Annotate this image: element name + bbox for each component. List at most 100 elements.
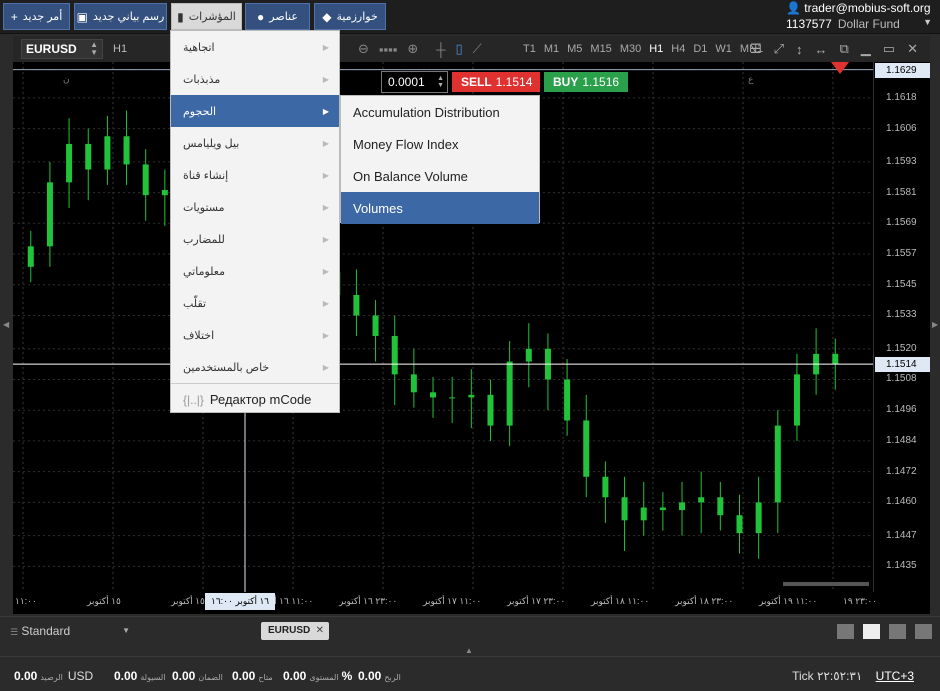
menu-item-informational[interactable]: معلوماتي ▶ (171, 255, 339, 287)
vertical-resize-icon[interactable]: ↕ (796, 42, 803, 57)
maximize-icon[interactable]: ▭ (883, 41, 895, 57)
settings-icon[interactable]: ☰ (750, 41, 762, 57)
tf-m5[interactable]: M5 (567, 43, 582, 55)
menu-item-volumes[interactable]: الحجوم ▶ (171, 95, 339, 127)
sell-button[interactable]: SELL 1.1514 (452, 72, 540, 92)
price-tick-label: 1.1618 (886, 91, 917, 103)
tf-h4[interactable]: H4 (671, 43, 685, 55)
indicators-menu: اتجاهية ▶ مذبذبات ▶ الحجوم ▶ بيل ويليامس ▶ إ… (170, 30, 340, 413)
new-chart-button[interactable]: ▣ رسم بياني جديد (74, 3, 167, 30)
time-tick-label: ٢٣:٠٠ ١٧ أكتوبر (507, 596, 566, 606)
price-tick-label: 1.1496 (886, 404, 917, 416)
line-type-icon[interactable]: ⟋ (473, 41, 482, 57)
indicators-button[interactable]: ▮ المؤشرات (171, 3, 242, 30)
menu-item-custom[interactable]: خاص بالمستخدمين ▶ (171, 351, 339, 383)
zoom-in-icon[interactable]: ⊕ (407, 41, 418, 57)
right-collapse-icon[interactable]: ▶ (932, 320, 938, 329)
timeframe-list: T1 M1 M5 M15 M30 H1 H4 D1 W1 MN1 (523, 36, 763, 62)
price-tick-label: 1.1508 (886, 373, 917, 385)
candle-body (46, 182, 53, 247)
tf-d1[interactable]: D1 (693, 43, 707, 55)
new-order-button[interactable]: + أمر جديد (3, 3, 70, 30)
price-axis[interactable]: 1.1618 1.1606 1.1593 1.1581 1.1569 1.1557 1.15… (873, 62, 930, 592)
price-alert-marker[interactable] (831, 62, 849, 74)
tf-t1[interactable]: T1 (523, 43, 536, 55)
elements-button[interactable]: ● عناصر (245, 3, 310, 30)
price-tick-label: 1.1533 (886, 309, 917, 321)
layout-columns-icon[interactable] (889, 624, 906, 639)
trading-terminal: + أمر جديد ▣ رسم بياني جديد ▮ المؤشرات ●… (0, 0, 940, 691)
layout-single-icon[interactable] (837, 624, 854, 639)
quantity-input[interactable]: 0.0001 ▲ ▼ (381, 71, 448, 93)
candle-body (391, 335, 398, 375)
algorithm-button[interactable]: ◆ خوارزمية (314, 3, 386, 30)
zoom-slider[interactable]: ▪▪▪▪ (379, 42, 397, 57)
chevron-down-icon[interactable]: ▼ (923, 17, 932, 27)
buy-button[interactable]: BUY 1.1516 (544, 72, 628, 92)
submenu-item-volumes[interactable]: Volumes (341, 192, 539, 224)
candle-body (640, 507, 647, 521)
quantity-spinner-icon[interactable]: ▲ ▼ (437, 75, 444, 89)
detach-icon[interactable]: ⧉ (840, 41, 849, 57)
menu-item-oscillators[interactable]: مذبذبات ▶ (171, 63, 339, 95)
chevron-down-icon: ▼ (122, 626, 130, 635)
candle-body (410, 374, 417, 393)
menu-item-channels[interactable]: إنشاء قناة ▶ (171, 159, 339, 191)
price-tick-label: 1.1460 (886, 496, 917, 508)
spinner-icon[interactable]: ▲ ▼ (90, 41, 98, 57)
candle-body (525, 348, 532, 362)
price-tick-label: 1.1569 (886, 217, 917, 229)
candle-body (717, 497, 724, 516)
price-tick-label: 1.1447 (886, 529, 917, 541)
menu-item-trend[interactable]: اتجاهية ▶ (171, 31, 339, 63)
time-tick-label: ١١:٠٠ (15, 596, 37, 606)
horizontal-resize-icon[interactable]: ↔ (815, 42, 828, 57)
crosshair-time-label: ١٦ أكتوبر ١٦:٠٠ (205, 593, 276, 610)
price-tick-label: 1.1581 (886, 186, 917, 198)
tf-m1[interactable]: M1 (544, 43, 559, 55)
submenu-item-accumulation-distribution[interactable]: Accumulation Distribution (341, 96, 539, 128)
price-tick-label: 1.1484 (886, 434, 917, 446)
close-tab-icon[interactable]: ✕ (316, 622, 324, 640)
candle-body (583, 420, 590, 477)
layout-preset-select[interactable]: ☰ Standard ▼ (10, 624, 130, 638)
menu-item-mcode-editor[interactable]: {|..|} Редактор mCode (171, 383, 339, 415)
menu-item-divergence[interactable]: اختلاف ▶ (171, 319, 339, 351)
price-tick-label: 1.1557 (886, 248, 917, 260)
submenu-item-on-balance-volume[interactable]: On Balance Volume (341, 160, 539, 192)
time-tick-label: ١١:٠٠ ١٧ أكتوبر (423, 596, 482, 606)
layout-rows-icon[interactable] (915, 624, 932, 639)
minimize-icon[interactable]: ▁ (861, 41, 871, 57)
tf-m30[interactable]: M30 (620, 43, 641, 55)
left-collapse-icon[interactable]: ◀ (3, 320, 9, 329)
price-tick-label: 1.1435 (886, 560, 917, 572)
chevron-right-icon: ▶ (322, 170, 329, 180)
candle-body (430, 392, 437, 398)
tf-m15[interactable]: M15 (590, 43, 611, 55)
tf-h1[interactable]: H1 (649, 43, 663, 55)
layout-grid-icon[interactable] (863, 624, 880, 639)
expand-icon[interactable]: ⤢ (774, 41, 784, 57)
menu-item-bill-williams[interactable]: بيل ويليامس ▶ (171, 127, 339, 159)
chevron-right-icon: ▶ (322, 138, 329, 148)
menu-item-speculator[interactable]: للمضارب ▶ (171, 223, 339, 255)
menu-item-levels[interactable]: مستويات ▶ (171, 191, 339, 223)
submenu-item-money-flow-index[interactable]: Money Flow Index (341, 128, 539, 160)
candle-type-icon[interactable]: ▯ (455, 41, 462, 57)
candle-body (161, 190, 168, 196)
volumes-submenu: Accumulation Distribution Money Flow Ind… (340, 95, 540, 224)
close-icon[interactable]: ✕ (907, 41, 918, 57)
candle-body (564, 379, 571, 421)
account-panel[interactable]: 👤 trader@mobius-soft.org 1137577 Dollar … (786, 1, 932, 31)
menu-item-volatility[interactable]: تقلّب ▶ (171, 287, 339, 319)
candle-body (659, 507, 666, 511)
chart-tab[interactable]: EURUSD ✕ (261, 622, 329, 640)
bar-type-icon[interactable]: ┼ (436, 42, 445, 57)
tf-w1[interactable]: W1 (715, 43, 732, 55)
zoom-out-icon[interactable]: ⊖ (358, 41, 369, 57)
chart-toolbar: EURUSD ▲ ▼ H1 ⊖ ▪▪▪▪ ⊕ ┼ ▯ ⟋ T1 M1 M5 M15… (13, 36, 930, 62)
timezone-link[interactable]: UTC+3 (876, 669, 914, 683)
time-axis[interactable]: ١١:٠٠١٥ أكتوبر٢٣:٠٠ ١٥ أكتوبر١١:٠٠ ١٦ أك… (13, 592, 930, 614)
panel-expand-icon[interactable]: ▲ (465, 646, 473, 655)
symbol-selector[interactable]: EURUSD ▲ ▼ (21, 39, 103, 59)
